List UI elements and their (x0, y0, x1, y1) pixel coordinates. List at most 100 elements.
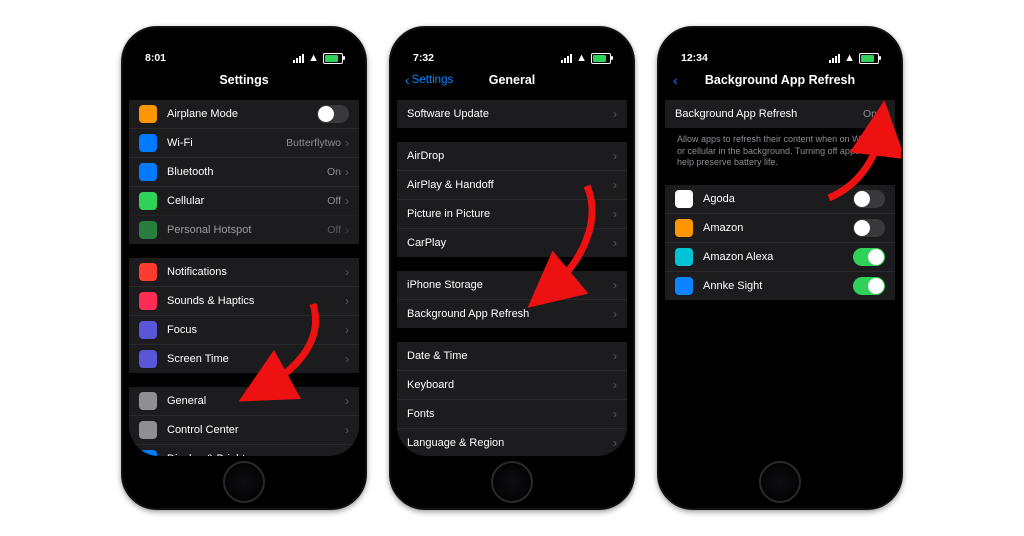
row-label: Cellular (167, 195, 327, 207)
settings-row[interactable]: AirDrop› (397, 142, 627, 170)
row-label: Background App Refresh (675, 108, 863, 120)
row-label: Keyboard (407, 379, 613, 391)
settings-row[interactable]: Date & Time› (397, 342, 627, 370)
settings-row[interactable]: Keyboard› (397, 370, 627, 399)
cellular-signal-icon (561, 54, 572, 63)
row-label: Bluetooth (167, 166, 327, 178)
app-icon (675, 248, 693, 266)
chevron-right-icon: › (345, 165, 349, 179)
volume-up-button (121, 168, 123, 208)
chevron-right-icon: › (345, 423, 349, 437)
status-time: 8:01 (145, 52, 166, 64)
toggle-switch[interactable] (853, 219, 885, 237)
cellular-signal-icon (293, 54, 304, 63)
row-label: Amazon (703, 222, 853, 234)
row-label: Language & Region (407, 437, 613, 449)
mute-switch (121, 124, 123, 148)
settings-row[interactable]: Software Update› (397, 100, 627, 128)
cellular-signal-icon (829, 54, 840, 63)
chevron-right-icon: › (345, 352, 349, 366)
home-bar (391, 456, 633, 508)
settings-row[interactable]: Airplane Mode (129, 100, 359, 128)
app-icon (139, 263, 157, 281)
nav-bar: ‹ Background App Refresh (665, 66, 895, 94)
toggle-switch[interactable] (317, 105, 349, 123)
settings-row[interactable]: CellularOff› (129, 186, 359, 215)
chevron-right-icon: › (613, 349, 617, 363)
page-title: Settings (219, 73, 268, 87)
settings-group: Airplane ModeWi-FiButterflytwo›Bluetooth… (129, 100, 359, 244)
chevron-right-icon: › (345, 323, 349, 337)
chevron-right-icon: › (345, 223, 349, 237)
home-button[interactable] (759, 461, 801, 503)
settings-row[interactable]: Notifications› (129, 258, 359, 286)
settings-row[interactable]: Annke Sight (665, 271, 895, 300)
row-label: Date & Time (407, 350, 613, 362)
back-button[interactable]: ‹ Settings (405, 73, 453, 88)
chevron-right-icon: › (613, 436, 617, 450)
battery-icon (591, 53, 611, 64)
row-label: Fonts (407, 408, 613, 420)
chevron-right-icon: › (613, 378, 617, 392)
row-label: Annke Sight (703, 280, 853, 292)
chevron-right-icon: › (345, 294, 349, 308)
battery-icon (859, 53, 879, 64)
nav-bar: ‹ Settings General (397, 66, 627, 94)
app-icon (139, 221, 157, 239)
home-button[interactable] (223, 461, 265, 503)
settings-row[interactable]: Control Center› (129, 415, 359, 444)
nav-bar: Settings (129, 66, 359, 94)
dynamic-island (746, 38, 814, 58)
settings-row[interactable]: Language & Region› (397, 428, 627, 456)
row-label: Personal Hotspot (167, 224, 327, 236)
row-label: AirDrop (407, 150, 613, 162)
app-icon (139, 321, 157, 339)
row-label: Control Center (167, 424, 345, 436)
chevron-right-icon: › (345, 394, 349, 408)
app-icon (675, 219, 693, 237)
volume-down-button (121, 218, 123, 258)
app-icon (139, 350, 157, 368)
toggle-switch[interactable] (853, 277, 885, 295)
back-button[interactable]: ‹ (673, 73, 678, 88)
wifi-icon: ▲ (308, 53, 319, 64)
app-icon (139, 105, 157, 123)
chevron-left-icon: ‹ (673, 72, 678, 88)
chevron-right-icon: › (345, 136, 349, 150)
row-label: Airplane Mode (167, 108, 317, 120)
row-label: Notifications (167, 266, 345, 278)
phone-settings-root: 8:01 ▲ Settings Airplane ModeWi-FiButter… (121, 26, 367, 510)
settings-group: Date & Time›Keyboard›Fonts›Language & Re… (397, 342, 627, 456)
row-value: Off (327, 224, 341, 236)
settings-row[interactable]: Amazon Alexa (665, 242, 895, 271)
app-icon (675, 190, 693, 208)
home-bar (659, 456, 901, 508)
settings-row[interactable]: Wi-FiButterflytwo› (129, 128, 359, 157)
status-time: 12:34 (681, 52, 708, 64)
page-title: General (489, 73, 536, 87)
row-value: On (863, 108, 877, 120)
settings-group: Software Update› (397, 100, 627, 128)
app-icon (139, 292, 157, 310)
settings-row[interactable]: Amazon (665, 213, 895, 242)
app-icon (139, 134, 157, 152)
app-icon (139, 421, 157, 439)
chevron-right-icon: › (613, 236, 617, 250)
settings-row[interactable]: BluetoothOn › (129, 157, 359, 186)
settings-row[interactable]: Display & Brightness› (129, 444, 359, 456)
home-bar (123, 456, 365, 508)
page-title: Background App Refresh (705, 73, 855, 87)
home-button[interactable] (491, 461, 533, 503)
row-value: Butterflytwo (286, 137, 341, 149)
power-button (365, 158, 367, 214)
app-icon (675, 277, 693, 295)
toggle-switch[interactable] (853, 248, 885, 266)
settings-row[interactable]: Fonts› (397, 399, 627, 428)
status-time: 7:32 (413, 52, 434, 64)
chevron-right-icon: › (613, 178, 617, 192)
settings-row[interactable]: Personal HotspotOff › (129, 215, 359, 244)
row-value: On (327, 166, 341, 178)
app-icon (139, 163, 157, 181)
chevron-left-icon: ‹ (405, 72, 410, 88)
chevron-right-icon: › (613, 307, 617, 321)
